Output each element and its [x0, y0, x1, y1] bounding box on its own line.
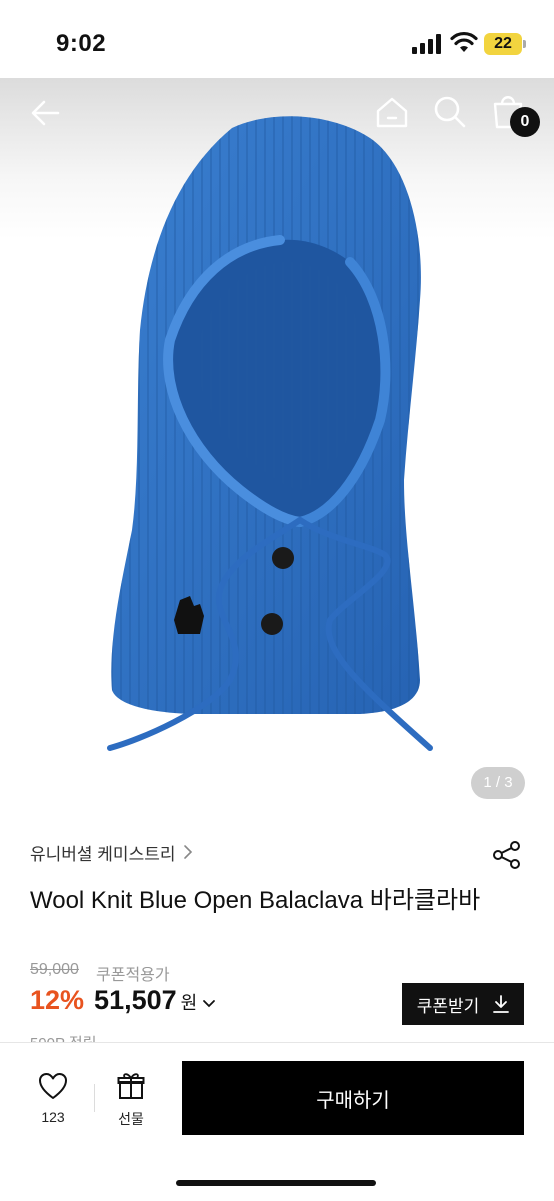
- cart-count-badge[interactable]: 0: [510, 107, 540, 137]
- share-icon[interactable]: [492, 840, 522, 870]
- original-price: 59,000: [30, 961, 79, 978]
- battery-indicator: 22: [484, 33, 522, 55]
- discount-rate: 12%: [30, 985, 85, 1015]
- product-image-gallery[interactable]: 0 1 / 3: [0, 78, 554, 812]
- search-icon[interactable]: [432, 94, 468, 130]
- wifi-icon: [450, 31, 478, 52]
- price-row[interactable]: 12% 51,507 원: [30, 985, 216, 1021]
- gift-icon: [117, 1073, 145, 1099]
- brand-link[interactable]: 유니버셜 케미스트리: [30, 838, 193, 866]
- chevron-down-icon[interactable]: [202, 999, 216, 1009]
- coupon-download-button[interactable]: 쿠폰받기: [402, 983, 524, 1025]
- back-arrow-icon[interactable]: [28, 96, 62, 130]
- home-icon[interactable]: [374, 94, 410, 130]
- status-bar: 9:02 22: [0, 0, 554, 78]
- like-count: 123: [41, 1109, 65, 1125]
- buy-button[interactable]: 구매하기: [182, 1061, 524, 1135]
- coupon-button-label: 쿠폰받기: [416, 996, 480, 1016]
- currency-unit: 원: [180, 993, 198, 1013]
- product-image-balaclava: [107, 116, 433, 751]
- coupon-price-label: 쿠폰적용가: [96, 967, 170, 984]
- signal-icon: [412, 34, 441, 54]
- gift-button[interactable]: 선물: [108, 1072, 154, 1132]
- chevron-right-icon: [184, 845, 193, 859]
- like-button[interactable]: 123: [30, 1072, 76, 1132]
- sale-price: 51,507: [94, 985, 177, 1015]
- gift-label: 선물: [118, 1111, 144, 1127]
- reward-points: 590P 적립: [30, 1034, 97, 1042]
- home-indicator[interactable]: [176, 1180, 376, 1186]
- download-icon: [493, 995, 510, 1013]
- brand-name: 유니버셜 케미스트리: [30, 844, 176, 864]
- action-divider: [94, 1084, 95, 1112]
- product-title: Wool Knit Blue Open Balaclava 바라클라바: [30, 887, 481, 914]
- status-time: 9:02: [56, 30, 107, 57]
- heart-icon: [39, 1073, 67, 1099]
- battery-tip: [523, 40, 526, 48]
- image-pager: 1 / 3: [471, 767, 525, 799]
